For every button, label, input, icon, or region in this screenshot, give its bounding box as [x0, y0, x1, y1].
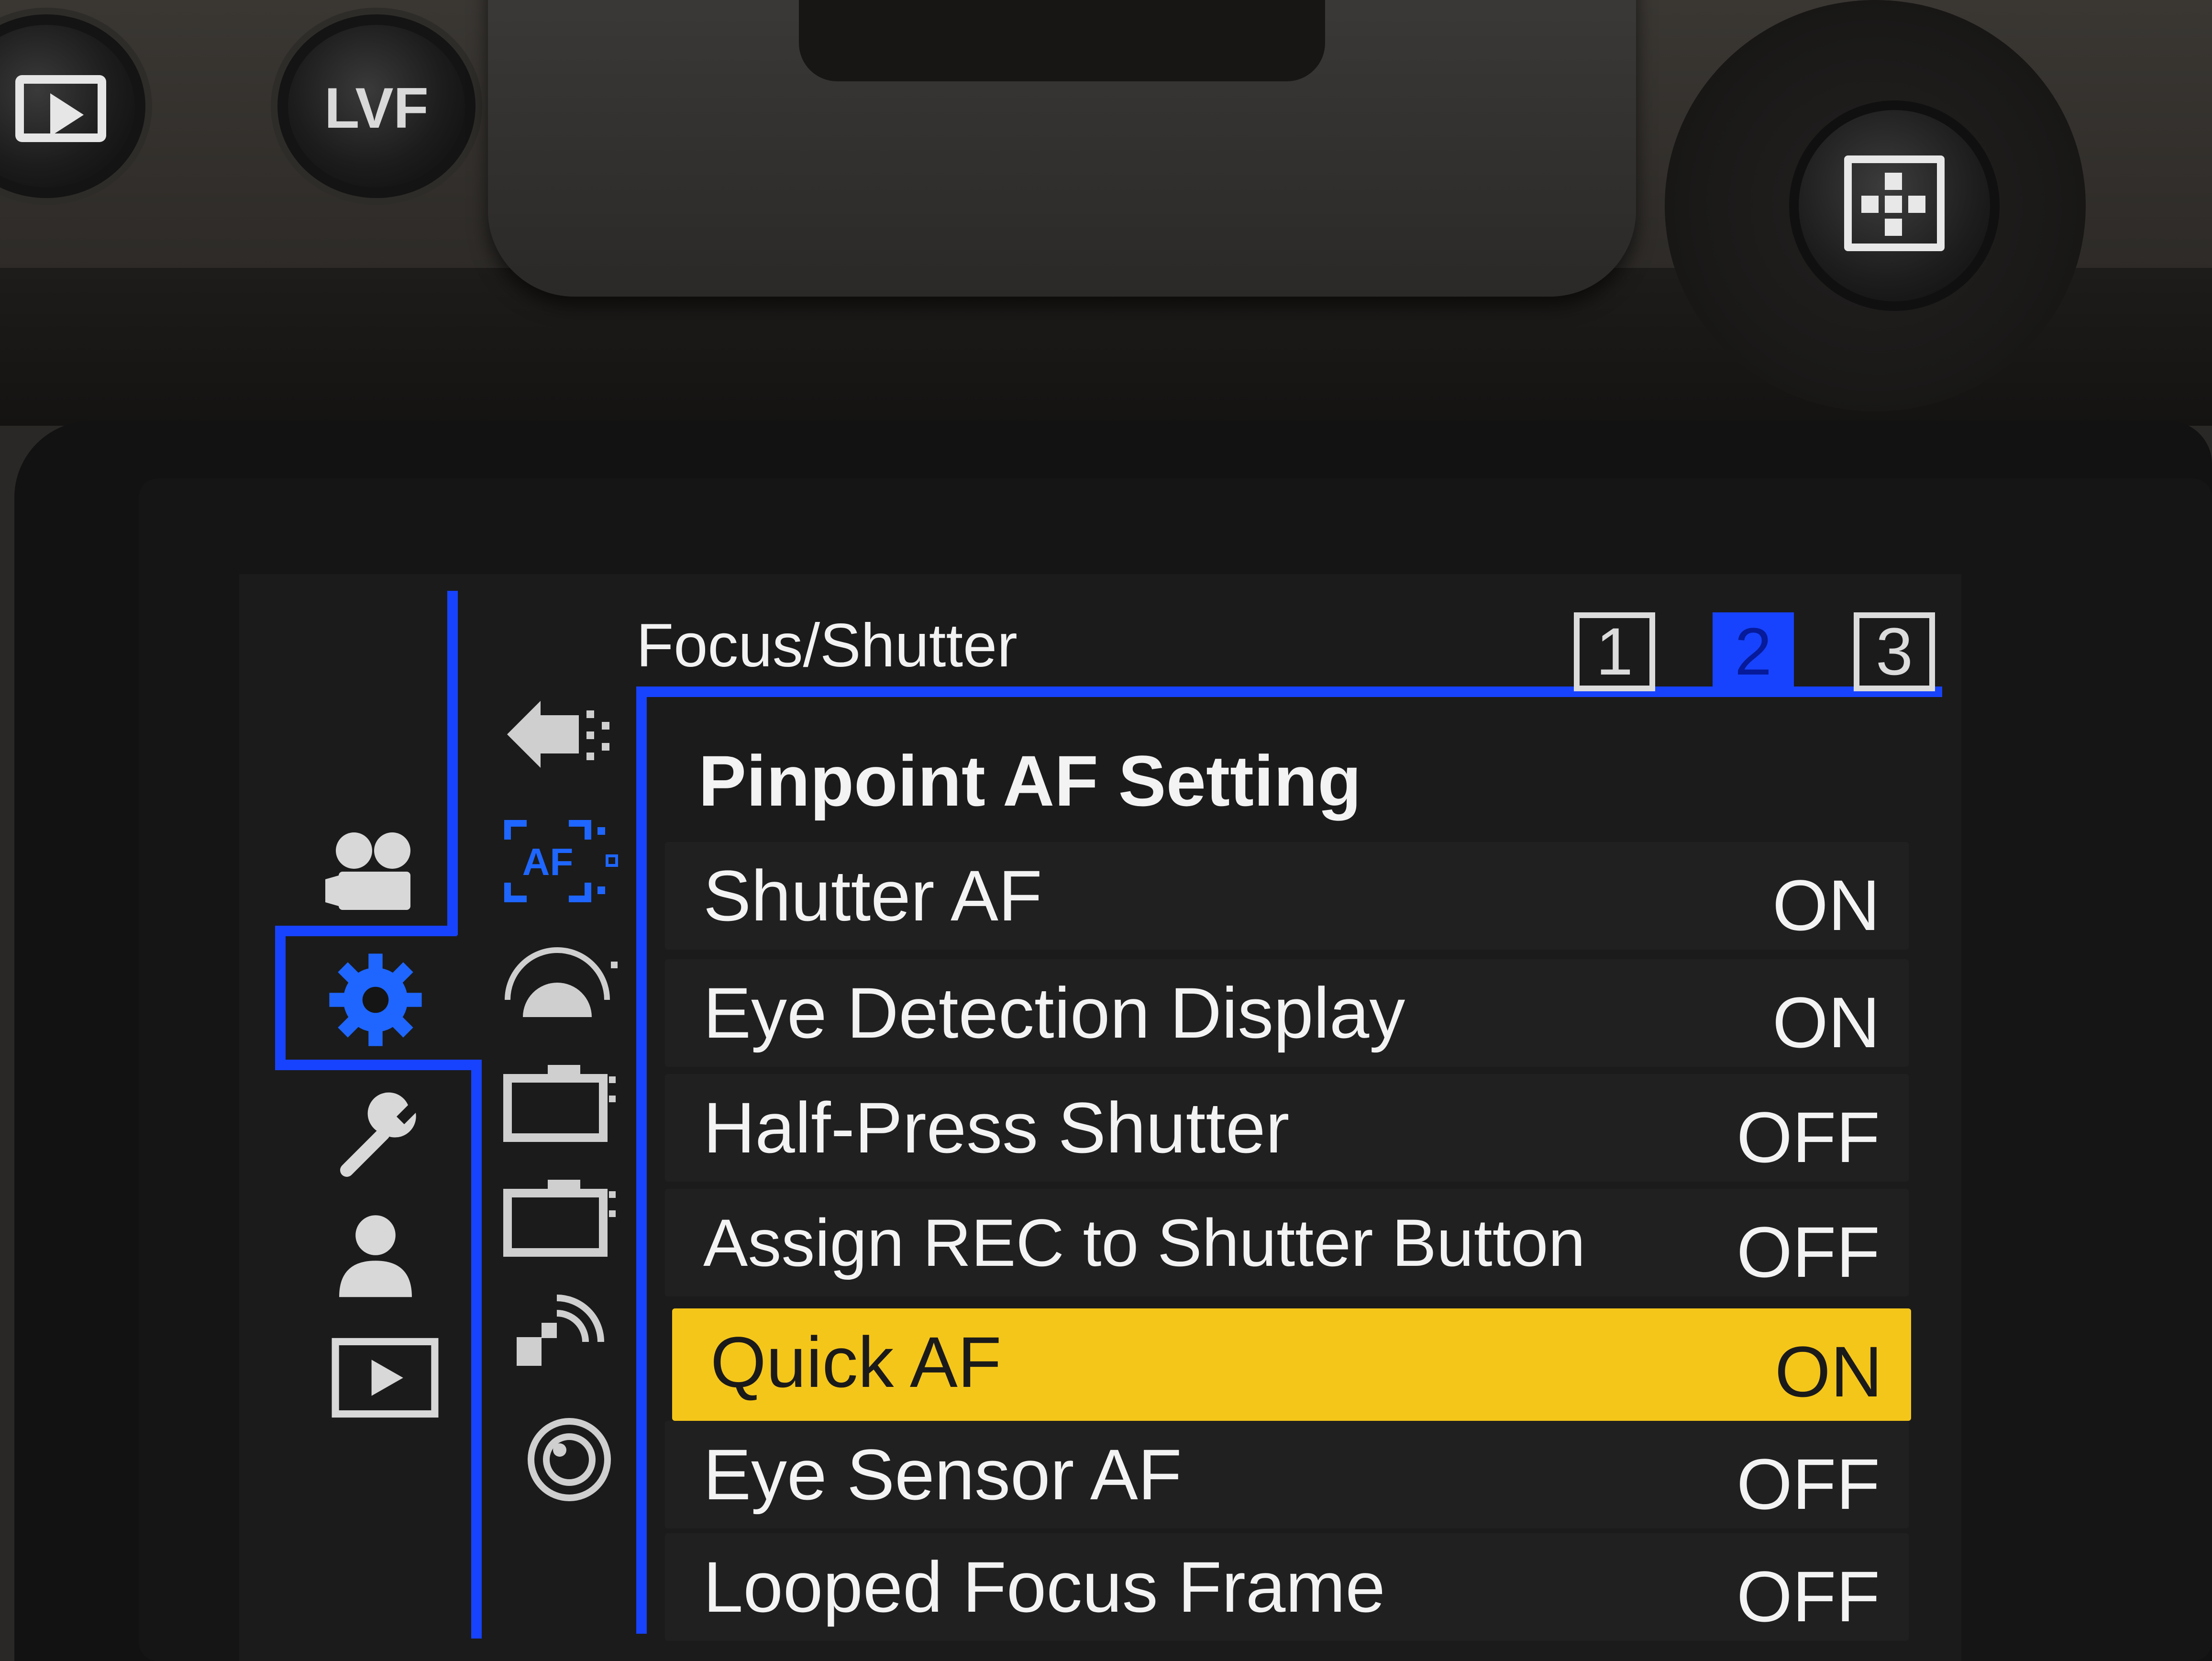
main-menu-setup[interactable]	[318, 1086, 433, 1182]
row-value: ON	[1772, 982, 1880, 1063]
sub-menu-wireless[interactable]	[498, 1282, 622, 1378]
af-icon: AF	[504, 820, 618, 902]
playback-icon	[15, 75, 106, 142]
page-tab-1[interactable]: 1	[1574, 612, 1655, 691]
frame-line	[275, 926, 457, 936]
row-label: Quick AF	[710, 1322, 1002, 1402]
wireless-icon	[517, 1295, 604, 1366]
menu-row-pinpoint-af-setting[interactable]: Pinpoint AF Setting	[665, 727, 1909, 835]
menu-row-eye-sensor-af[interactable]: Eye Sensor AF OFF	[665, 1421, 1909, 1528]
main-menu-video[interactable]	[318, 823, 433, 919]
row-value: OFF	[1736, 1444, 1880, 1524]
camera-1-icon	[503, 1065, 616, 1142]
wrench-icon	[340, 1092, 416, 1177]
row-value: OFF	[1736, 1212, 1880, 1292]
frame-line	[275, 926, 286, 1069]
svg-text:AF: AF	[522, 841, 574, 883]
sub-menu-exposure[interactable]	[498, 938, 622, 1033]
menu-row-looped-focus-frame[interactable]: Looped Focus Frame OFF	[665, 1533, 1909, 1641]
row-value: OFF	[1736, 1097, 1880, 1177]
row-label: Pinpoint AF Setting	[698, 741, 1361, 821]
lvf-button[interactable]: LVF	[277, 14, 476, 198]
row-value: ON	[1772, 865, 1880, 945]
sub-menu-af-area[interactable]	[498, 689, 622, 785]
person-icon	[339, 1215, 412, 1297]
menu-row-half-press-shutter[interactable]: Half-Press Shutter OFF	[665, 1074, 1909, 1182]
row-label: Eye Detection Display	[703, 973, 1405, 1053]
frame-line	[447, 591, 458, 935]
frame-line	[636, 687, 647, 1634]
menu-row-quick-af[interactable]: Quick AF ON	[672, 1308, 1911, 1421]
joystick-button[interactable]	[1789, 100, 2000, 311]
sub-menu-camera-2[interactable]	[498, 1167, 622, 1263]
row-label: Looped Focus Frame	[703, 1547, 1385, 1627]
lens-icon	[528, 1418, 611, 1501]
gear-icon	[329, 953, 422, 1046]
viewfinder-eyecup	[488, 0, 1636, 297]
af-area-arrow-icon	[507, 701, 609, 768]
playback-icon	[332, 1338, 439, 1418]
sub-menu-camera-1[interactable]	[498, 1052, 622, 1148]
menu-title: Focus/Shutter	[636, 611, 1018, 680]
camera-2-icon	[503, 1180, 616, 1257]
page-tab-2[interactable]: 2	[1713, 612, 1794, 691]
frame-line	[275, 1060, 476, 1070]
page-tab-3[interactable]: 3	[1854, 612, 1935, 691]
video-camera-icon	[325, 832, 410, 910]
menu-row-assign-rec-to-shutter-button[interactable]: Assign REC to Shutter Button OFF	[665, 1189, 1909, 1296]
row-label: Eye Sensor AF	[703, 1434, 1182, 1515]
sub-menu-lens[interactable]	[507, 1411, 631, 1507]
main-menu-mymenu[interactable]	[318, 1206, 433, 1301]
lvf-label: LVF	[324, 76, 429, 140]
joystick-af-point-icon	[1844, 155, 1945, 251]
sub-menu-focus[interactable]: AF	[498, 813, 622, 909]
menu-row-shutter-af[interactable]: Shutter AF ON	[665, 842, 1909, 950]
exposure-meter-icon	[505, 947, 618, 1017]
row-value: OFF	[1736, 1556, 1880, 1637]
row-label: Half-Press Shutter	[703, 1087, 1290, 1168]
menu-row-eye-detection-display[interactable]: Eye Detection Display ON	[665, 959, 1909, 1067]
main-menu-playback[interactable]	[328, 1330, 442, 1426]
frame-line	[471, 1060, 482, 1639]
viewfinder-window	[799, 0, 1325, 81]
row-value: ON	[1775, 1331, 1882, 1412]
main-menu-custom[interactable]	[318, 952, 433, 1048]
row-label: Assign REC to Shutter Button	[703, 1205, 1586, 1280]
row-label: Shutter AF	[703, 855, 1042, 936]
